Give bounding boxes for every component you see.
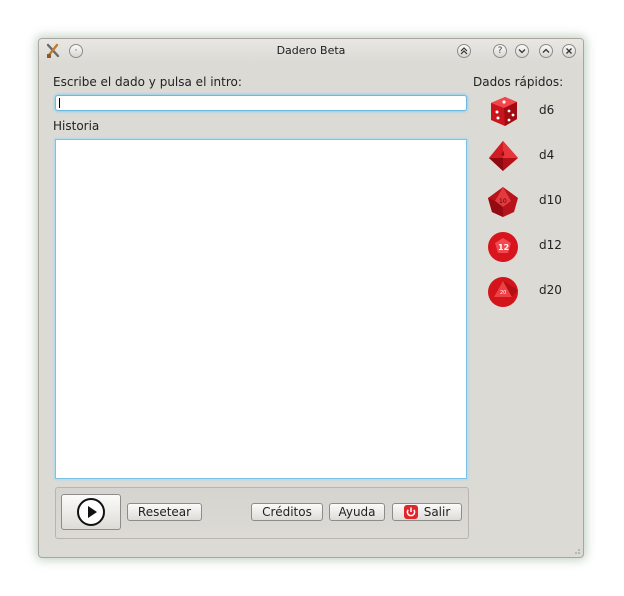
d12-label: d12 (539, 238, 562, 252)
play-icon (77, 498, 105, 526)
svg-text:12: 12 (498, 243, 509, 252)
double-chevron-up-icon (460, 47, 468, 55)
d20-die-icon: 20 (488, 277, 518, 307)
maximize-button[interactable] (539, 44, 553, 58)
app-window: · Dadero Beta ? Escribe el dado y pulsa … (38, 38, 584, 558)
d12-die-icon: 12 (488, 232, 518, 262)
close-button[interactable] (562, 44, 576, 58)
exit-label: Salir (423, 505, 451, 519)
keep-above-button[interactable] (457, 44, 471, 58)
history-label: Historia (53, 119, 100, 133)
d4-die-icon: 4 (489, 141, 518, 171)
quick-die-d6[interactable]: d6 (485, 93, 575, 129)
power-icon (403, 505, 418, 519)
title-bar[interactable]: · Dadero Beta ? (39, 39, 583, 63)
chevron-up-icon (542, 48, 550, 53)
d4-label: d4 (539, 148, 555, 162)
dice-expression-input[interactable] (55, 95, 467, 111)
minimize-button[interactable] (515, 44, 529, 58)
credits-button[interactable]: Créditos (251, 503, 323, 521)
question-icon: ? (497, 45, 503, 56)
quick-die-d12[interactable]: 12 d12 (485, 228, 575, 264)
svg-text:20: 20 (500, 290, 506, 296)
exit-button[interactable]: Salir (392, 503, 462, 521)
d10-label: d10 (539, 193, 562, 207)
help-button[interactable]: Ayuda (329, 503, 385, 521)
d20-label: d20 (539, 283, 562, 297)
quick-die-d10[interactable]: 10 d10 (485, 183, 575, 219)
reset-button[interactable]: Resetear (127, 503, 202, 521)
input-label: Escribe el dado y pulsa el intro: (53, 75, 242, 89)
history-textarea[interactable] (55, 139, 467, 479)
text-caret (59, 98, 60, 108)
d10-die-icon: 10 (488, 187, 518, 217)
resize-grip-icon[interactable] (573, 547, 581, 555)
svg-text:10: 10 (499, 198, 507, 205)
help-title-button[interactable]: ? (493, 44, 507, 58)
d6-die-icon (491, 97, 517, 126)
quick-die-d4[interactable]: 4 d4 (485, 138, 575, 174)
close-icon (566, 48, 572, 54)
svg-text:4: 4 (501, 151, 505, 158)
quick-dice-heading: Dados rápidos: (473, 75, 564, 89)
roll-button[interactable] (61, 494, 121, 530)
d6-label: d6 (539, 103, 555, 117)
chevron-down-icon (518, 49, 526, 54)
quick-die-d20[interactable]: 20 d20 (485, 273, 575, 309)
